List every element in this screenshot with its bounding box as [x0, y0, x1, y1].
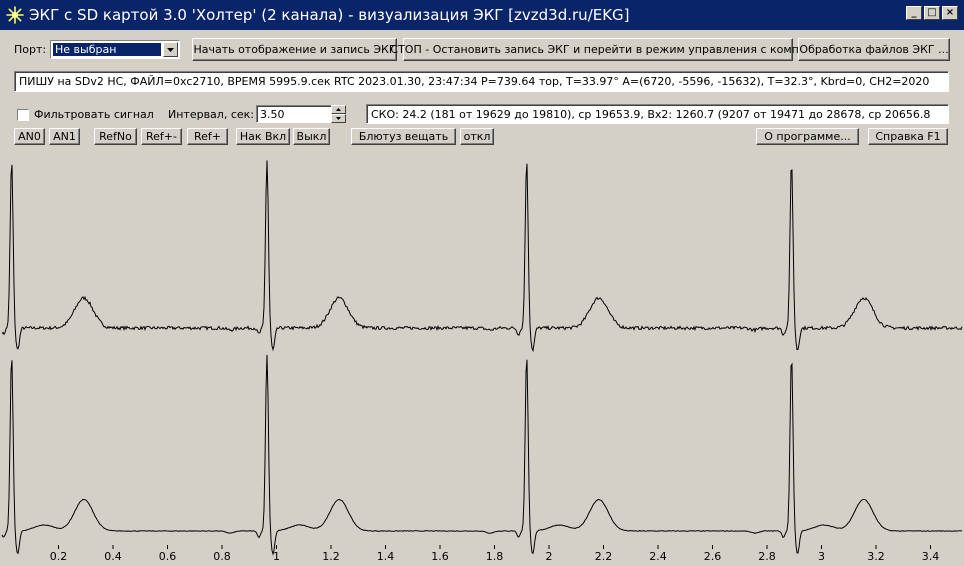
title-bar[interactable]: ЭКГ с SD картой 3.0 'Холтер' (2 канала) … [0, 0, 964, 30]
bluetooth-broadcast-button[interactable]: Блютуз вещать [351, 128, 456, 145]
off-button[interactable]: Выкл [293, 128, 330, 145]
filter-checkbox-label[interactable]: Фильтровать сигнал [34, 108, 154, 121]
an0-button[interactable]: AN0 [14, 128, 45, 145]
ecg-trace-channel-2 [1, 354, 963, 556]
x-tick-label: 2.4 [649, 550, 667, 563]
sun-star-icon [4, 4, 26, 26]
x-tick-label: 0.2 [50, 550, 68, 563]
x-tick-label: 0.4 [104, 550, 122, 563]
chevron-down-icon[interactable] [163, 42, 178, 57]
ecg-trace-channel-1 [1, 160, 963, 353]
arrow-up-icon[interactable] [331, 105, 346, 114]
stop-recording-button[interactable]: СТОП - Остановить запись ЭКГ и перейти в… [390, 38, 806, 61]
port-select[interactable]: Не выбран [50, 40, 180, 59]
x-tick-label: 1.4 [377, 550, 395, 563]
x-tick-label: 0.8 [213, 550, 231, 563]
x-tick-label: 3 [818, 550, 825, 563]
minimize-button[interactable]: _ [906, 6, 922, 20]
maximize-button[interactable]: □ [924, 6, 940, 20]
help-button[interactable]: Справка F1 [868, 128, 948, 145]
x-tick-label: 3.2 [867, 550, 885, 563]
interval-input[interactable]: 3.50 [256, 105, 332, 123]
x-tick-label: 2.2 [595, 550, 613, 563]
x-tick-label: 2.6 [704, 550, 722, 563]
x-tick-label: 0.6 [159, 550, 177, 563]
process-files-button[interactable]: Обработка файлов ЭКГ ... [798, 38, 950, 61]
interval-label: Интервал, сек: [168, 108, 254, 121]
x-tick-label: 2.8 [758, 550, 776, 563]
x-tick-label: 3.4 [922, 550, 940, 563]
port-label: Порт: [14, 43, 47, 56]
stats-field: СКО: 24.2 (181 от 19629 до 19810), ср 19… [366, 104, 949, 124]
bluetooth-off-button[interactable]: откл [460, 128, 494, 145]
ref-plus-button[interactable]: Ref+ [187, 128, 228, 145]
accumulate-on-button[interactable]: Нак Вкл [236, 128, 290, 145]
x-tick-label: 1 [273, 550, 280, 563]
refno-button[interactable]: RefNo [94, 128, 137, 145]
filter-checkbox[interactable] [17, 109, 29, 121]
interval-spinner[interactable] [331, 105, 346, 123]
status-field: ПИШУ на SDv2 HC, ФАЙЛ=0xc2710, ВРЕМЯ 599… [14, 71, 949, 92]
x-tick-label: 2 [546, 550, 553, 563]
x-axis: 0.2 0.4 0.6 0.8 1 1.2 1.4 1.6 1.8 2 2.2 2.4 2.6 2.8 3 3… [50, 545, 940, 563]
ecg-chart: 0.2 0.4 0.6 0.8 1 1.2 1.4 1.6 1.8 2 2.2 2.4 2.6 2.8 3 3… [1, 160, 963, 563]
port-select-value: Не выбран [53, 43, 161, 56]
x-tick-label: 1.2 [322, 550, 340, 563]
x-tick-label: 1.6 [431, 550, 449, 563]
arrow-down-icon[interactable] [331, 114, 346, 123]
about-button[interactable]: О программе... [756, 128, 859, 145]
ref-plusminus-button[interactable]: Ref+- [141, 128, 182, 145]
start-recording-button[interactable]: Начать отображение и запись ЭКГ [192, 38, 397, 61]
an1-button[interactable]: AN1 [49, 128, 80, 145]
close-button[interactable]: × [942, 6, 958, 20]
window-title: ЭКГ с SD картой 3.0 'Холтер' (2 канала) … [29, 6, 630, 24]
x-tick-label: 1.8 [486, 550, 504, 563]
